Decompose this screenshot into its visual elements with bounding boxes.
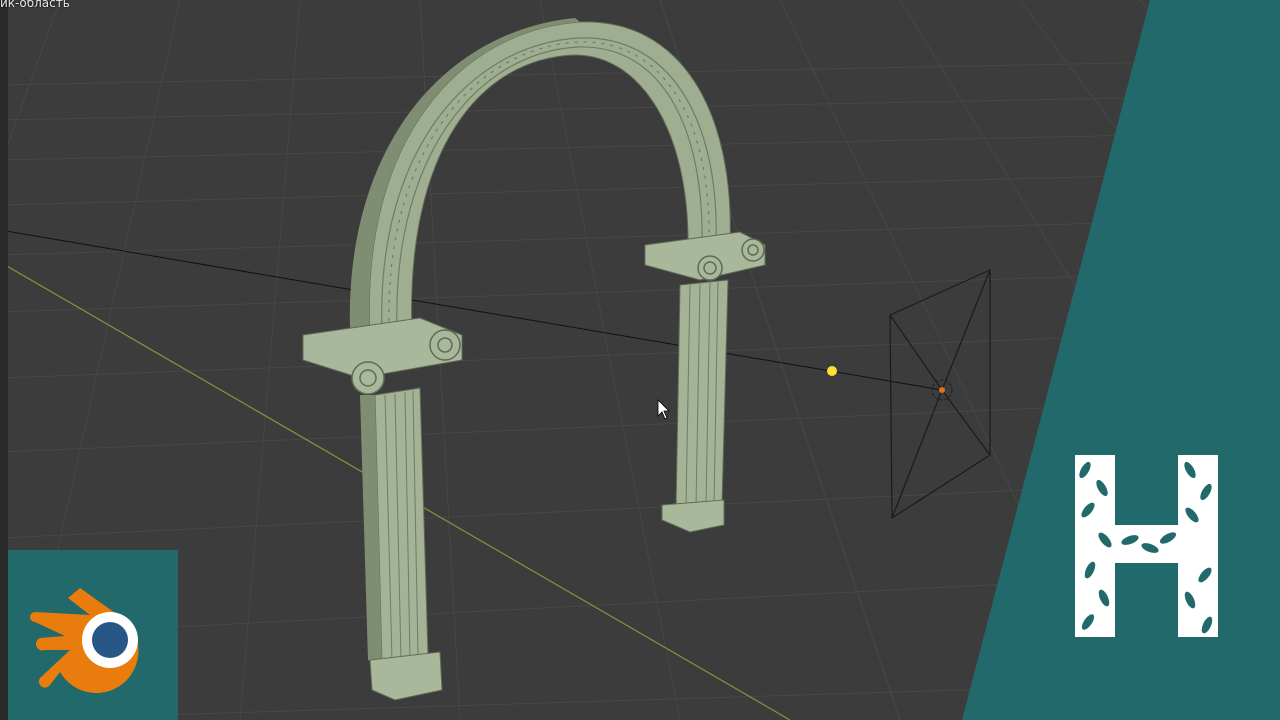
- arch-model[interactable]: [302, 18, 766, 701]
- viewport-scene: [0, 0, 1280, 720]
- channel-brand-panel: [962, 0, 1280, 720]
- camera-frame-icon[interactable]: [889, 269, 991, 520]
- point-light-icon[interactable]: [827, 366, 837, 376]
- 3d-viewport[interactable]: ик-область: [0, 0, 1280, 720]
- viewport-left-edge: [0, 0, 8, 720]
- viewport-header-label: ик-область: [0, 0, 70, 10]
- light-direction-line: [0, 229, 943, 391]
- mouse-pointer-icon: [657, 399, 670, 420]
